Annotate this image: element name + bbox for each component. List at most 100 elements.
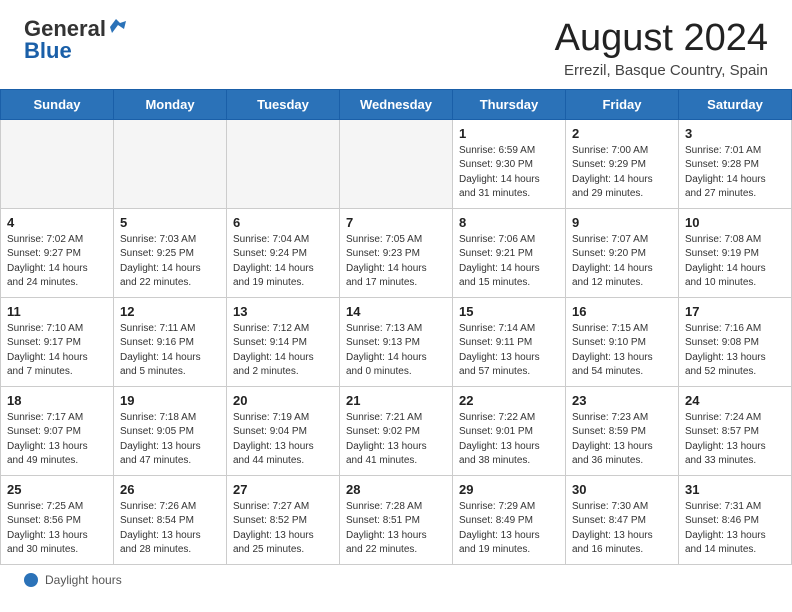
calendar-week-row: 18 Sunrise: 7:17 AM Sunset: 9:07 PM Dayli… <box>1 386 792 475</box>
calendar-day-cell: 31Sunrise: 7:31 AM Sunset: 8:46 PM Dayli… <box>679 475 792 564</box>
calendar-day-cell: 10 Sunrise: 7:08 AM Sunset: 9:19 PM Dayli… <box>679 208 792 297</box>
day-number: 24 <box>685 393 785 408</box>
day-number: 23 <box>572 393 672 408</box>
calendar-day-cell: 23Sunrise: 7:23 AM Sunset: 8:59 PM Dayli… <box>566 386 679 475</box>
day-of-week-header: Monday <box>114 89 227 119</box>
day-number: 1 <box>459 126 559 141</box>
calendar-day-cell: 14 Sunrise: 7:13 AM Sunset: 9:13 PM Dayli… <box>340 297 453 386</box>
calendar-week-row: 11Sunrise: 7:10 AM Sunset: 9:17 PM Dayli… <box>1 297 792 386</box>
day-number: 13 <box>233 304 333 319</box>
day-info: Sunrise: 7:29 AM Sunset: 8:49 PM Dayligh… <box>459 500 559 558</box>
calendar-day-cell <box>1 119 114 208</box>
day-number: 27 <box>233 482 333 497</box>
calendar-day-cell: 30 Sunrise: 7:30 AM Sunset: 8:47 PM Dayli… <box>566 475 679 564</box>
day-info: Sunrise: 7:22 AM Sunset: 9:01 PM Dayligh… <box>459 411 559 469</box>
day-number: 3 <box>685 126 785 141</box>
day-number: 18 <box>7 393 107 408</box>
day-number: 26 <box>120 482 220 497</box>
day-of-week-header: Tuesday <box>227 89 340 119</box>
day-number: 2 <box>572 126 672 141</box>
day-number: 4 <box>7 215 107 230</box>
day-info: Sunrise: 7:15 AM Sunset: 9:10 PM Dayligh… <box>572 322 672 380</box>
day-info: Sunrise: 7:12 AM Sunset: 9:14 PM Dayligh… <box>233 322 333 380</box>
day-info: Sunrise: 7:28 AM Sunset: 8:51 PM Dayligh… <box>346 500 446 558</box>
calendar-table: SundayMondayTuesdayWednesdayThursdayFrid… <box>0 89 792 565</box>
day-info: Sunrise: 7:02 AM Sunset: 9:27 PM Dayligh… <box>7 233 107 291</box>
day-number: 6 <box>233 215 333 230</box>
day-info: Sunrise: 7:18 AM Sunset: 9:05 PM Dayligh… <box>120 411 220 469</box>
calendar-day-cell: 1Sunrise: 6:59 AM Sunset: 9:30 PM Daylig… <box>453 119 566 208</box>
calendar-day-cell: 7 Sunrise: 7:05 AM Sunset: 9:23 PM Daylig… <box>340 208 453 297</box>
day-number: 28 <box>346 482 446 497</box>
day-info: Sunrise: 7:24 AM Sunset: 8:57 PM Dayligh… <box>685 411 785 469</box>
day-number: 30 <box>572 482 672 497</box>
day-number: 5 <box>120 215 220 230</box>
calendar-body: 1Sunrise: 6:59 AM Sunset: 9:30 PM Daylig… <box>1 119 792 564</box>
day-info: Sunrise: 7:19 AM Sunset: 9:04 PM Dayligh… <box>233 411 333 469</box>
day-info: Sunrise: 7:13 AM Sunset: 9:13 PM Dayligh… <box>346 322 446 380</box>
day-info: Sunrise: 7:04 AM Sunset: 9:24 PM Dayligh… <box>233 233 333 291</box>
calendar-day-cell: 13 Sunrise: 7:12 AM Sunset: 9:14 PM Dayli… <box>227 297 340 386</box>
calendar-day-cell: 20 Sunrise: 7:19 AM Sunset: 9:04 PM Dayli… <box>227 386 340 475</box>
day-info: Sunrise: 7:03 AM Sunset: 9:25 PM Dayligh… <box>120 233 220 291</box>
day-info: Sunrise: 7:17 AM Sunset: 9:07 PM Dayligh… <box>7 411 107 469</box>
calendar-day-cell: 19 Sunrise: 7:18 AM Sunset: 9:05 PM Dayli… <box>114 386 227 475</box>
day-number: 10 <box>685 215 785 230</box>
day-number: 19 <box>120 393 220 408</box>
calendar-day-cell: 29 Sunrise: 7:29 AM Sunset: 8:49 PM Dayli… <box>453 475 566 564</box>
day-number: 17 <box>685 304 785 319</box>
day-number: 8 <box>459 215 559 230</box>
calendar-day-cell: 21Sunrise: 7:21 AM Sunset: 9:02 PM Dayli… <box>340 386 453 475</box>
calendar-day-cell: 27 Sunrise: 7:27 AM Sunset: 8:52 PM Dayli… <box>227 475 340 564</box>
day-info: Sunrise: 7:25 AM Sunset: 8:56 PM Dayligh… <box>7 500 107 558</box>
day-of-week-header: Friday <box>566 89 679 119</box>
day-info: Sunrise: 7:01 AM Sunset: 9:28 PM Dayligh… <box>685 144 785 202</box>
calendar-day-cell: 18 Sunrise: 7:17 AM Sunset: 9:07 PM Dayli… <box>1 386 114 475</box>
calendar-week-row: 25 Sunrise: 7:25 AM Sunset: 8:56 PM Dayli… <box>1 475 792 564</box>
day-info: Sunrise: 7:26 AM Sunset: 8:54 PM Dayligh… <box>120 500 220 558</box>
day-number: 12 <box>120 304 220 319</box>
day-number: 11 <box>7 304 107 319</box>
title-block: August 2024 Errezil, Basque Country, Spa… <box>555 18 768 79</box>
logo-blue: Blue <box>24 38 72 63</box>
calendar-day-cell: 16Sunrise: 7:15 AM Sunset: 9:10 PM Dayli… <box>566 297 679 386</box>
calendar-week-row: 4 Sunrise: 7:02 AM Sunset: 9:27 PM Daylig… <box>1 208 792 297</box>
daylight-label: Daylight hours <box>45 573 122 587</box>
calendar-day-cell: 4 Sunrise: 7:02 AM Sunset: 9:27 PM Daylig… <box>1 208 114 297</box>
calendar-day-cell <box>227 119 340 208</box>
calendar-day-cell: 15Sunrise: 7:14 AM Sunset: 9:11 PM Dayli… <box>453 297 566 386</box>
day-of-week-header: Saturday <box>679 89 792 119</box>
day-of-week-header: Thursday <box>453 89 566 119</box>
calendar-day-cell: 26 Sunrise: 7:26 AM Sunset: 8:54 PM Dayli… <box>114 475 227 564</box>
calendar-day-cell: 8 Sunrise: 7:06 AM Sunset: 9:21 PM Daylig… <box>453 208 566 297</box>
calendar-day-cell: 22Sunrise: 7:22 AM Sunset: 9:01 PM Dayli… <box>453 386 566 475</box>
day-info: Sunrise: 7:05 AM Sunset: 9:23 PM Dayligh… <box>346 233 446 291</box>
page-header: General Blue August 2024 Errezil, Basque… <box>0 0 792 89</box>
calendar-day-cell: 24 Sunrise: 7:24 AM Sunset: 8:57 PM Dayli… <box>679 386 792 475</box>
calendar-day-cell: 28 Sunrise: 7:28 AM Sunset: 8:51 PM Dayli… <box>340 475 453 564</box>
calendar-day-cell <box>340 119 453 208</box>
day-info: Sunrise: 7:06 AM Sunset: 9:21 PM Dayligh… <box>459 233 559 291</box>
day-info: Sunrise: 7:00 AM Sunset: 9:29 PM Dayligh… <box>572 144 672 202</box>
day-info: Sunrise: 7:30 AM Sunset: 8:47 PM Dayligh… <box>572 500 672 558</box>
day-info: Sunrise: 7:08 AM Sunset: 9:19 PM Dayligh… <box>685 233 785 291</box>
calendar-header-row: SundayMondayTuesdayWednesdayThursdayFrid… <box>1 89 792 119</box>
calendar-day-cell: 2 Sunrise: 7:00 AM Sunset: 9:29 PM Daylig… <box>566 119 679 208</box>
calendar-day-cell: 17 Sunrise: 7:16 AM Sunset: 9:08 PM Dayli… <box>679 297 792 386</box>
calendar-day-cell: 9Sunrise: 7:07 AM Sunset: 9:20 PM Daylig… <box>566 208 679 297</box>
calendar-week-row: 1Sunrise: 6:59 AM Sunset: 9:30 PM Daylig… <box>1 119 792 208</box>
day-info: Sunrise: 7:27 AM Sunset: 8:52 PM Dayligh… <box>233 500 333 558</box>
day-number: 7 <box>346 215 446 230</box>
logo-bird-icon <box>108 19 126 37</box>
day-number: 14 <box>346 304 446 319</box>
day-info: Sunrise: 7:31 AM Sunset: 8:46 PM Dayligh… <box>685 500 785 558</box>
day-number: 20 <box>233 393 333 408</box>
daylight-dot <box>24 573 38 587</box>
month-title: August 2024 <box>555 18 768 60</box>
day-number: 25 <box>7 482 107 497</box>
day-info: Sunrise: 7:16 AM Sunset: 9:08 PM Dayligh… <box>685 322 785 380</box>
day-number: 21 <box>346 393 446 408</box>
day-info: Sunrise: 7:14 AM Sunset: 9:11 PM Dayligh… <box>459 322 559 380</box>
location-title: Errezil, Basque Country, Spain <box>555 62 768 79</box>
day-number: 29 <box>459 482 559 497</box>
